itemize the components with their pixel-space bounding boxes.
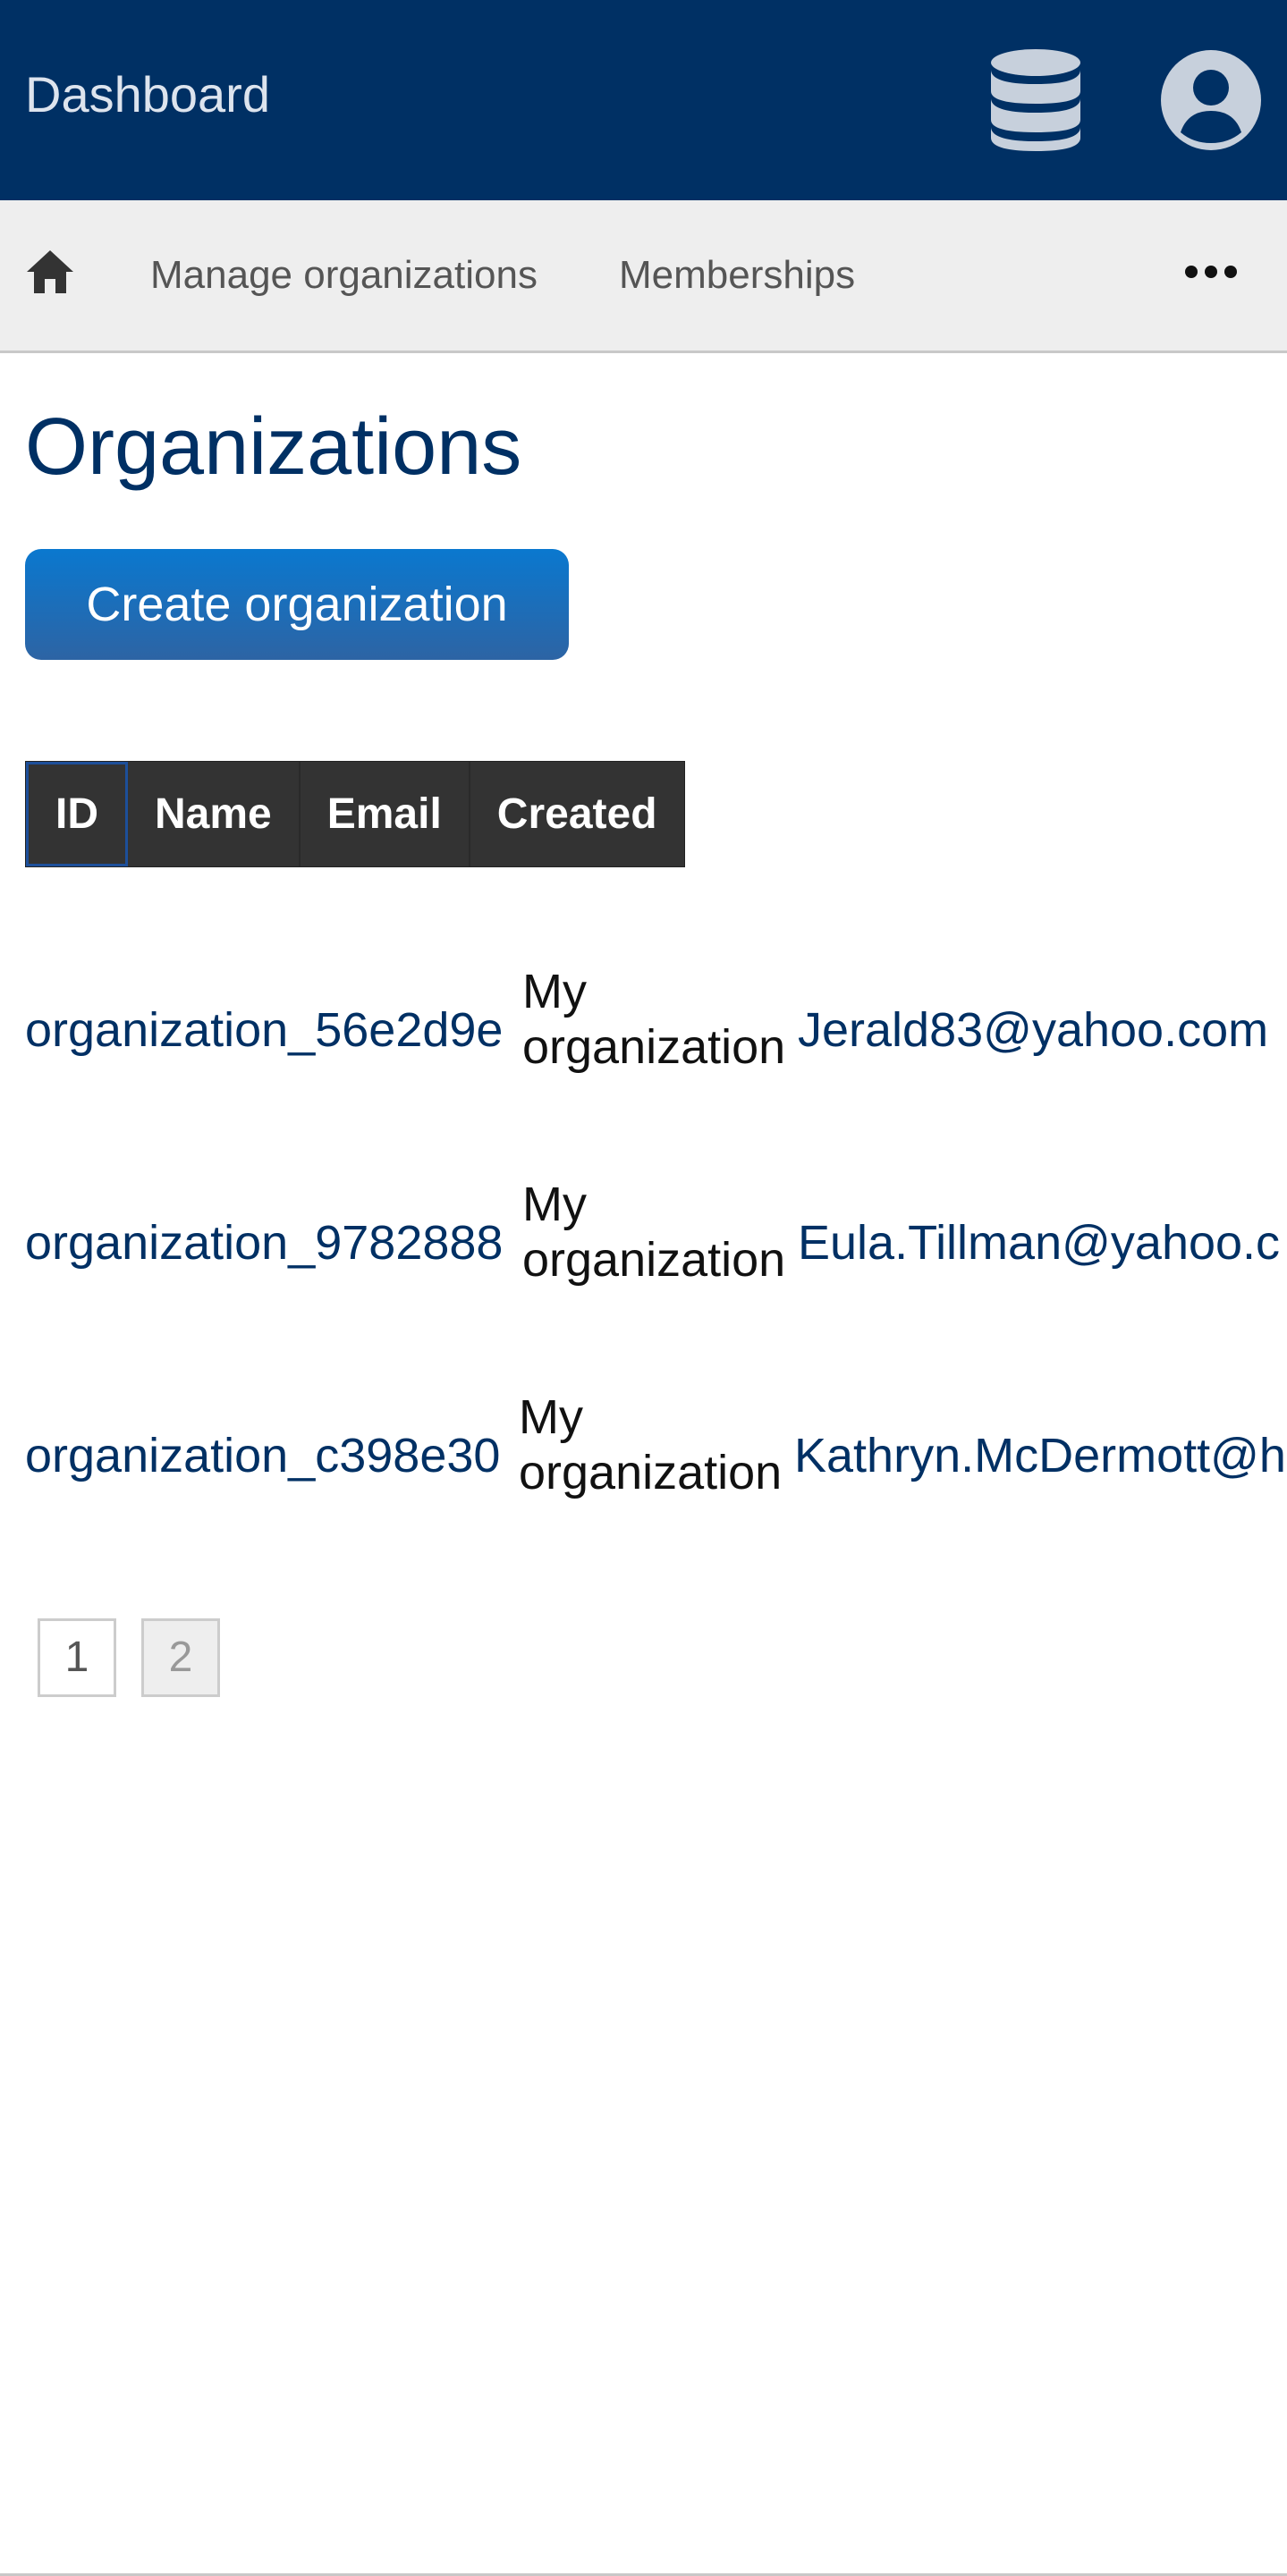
pagination: 1 2 — [38, 1618, 220, 1697]
create-organization-button[interactable]: Create organization — [25, 549, 569, 660]
organization-email: Kathryn.McDermott@h — [794, 1429, 1286, 1482]
page-button-2[interactable]: 2 — [141, 1618, 220, 1697]
table-row: organization_c398e30 My organization Kat… — [25, 1389, 1287, 1506]
home-icon[interactable] — [25, 247, 75, 297]
nav-memberships[interactable]: Memberships — [619, 252, 855, 299]
top-header: Dashboard — [0, 0, 1287, 200]
organization-name: My organization — [519, 1390, 783, 1499]
column-header-email[interactable]: Email — [301, 762, 470, 866]
organization-id-link[interactable]: organization_9782888 — [25, 1216, 503, 1270]
dashboard-brand-link[interactable]: Dashboard — [25, 64, 270, 125]
column-header-created[interactable]: Created — [470, 762, 684, 866]
column-header-id[interactable]: ID — [26, 762, 128, 866]
nav-manage-organizations[interactable]: Manage organizations — [150, 252, 538, 299]
table-header: ID Name Email Created — [25, 761, 685, 867]
organization-id-link[interactable]: organization_56e2d9e — [25, 1003, 503, 1057]
table-row: organization_9782888 My organization Eul… — [25, 1177, 1287, 1293]
organization-name: My organization — [522, 965, 786, 1074]
column-header-name[interactable]: Name — [128, 762, 301, 866]
ellipsis-icon[interactable] — [1182, 254, 1240, 290]
page-button-1[interactable]: 1 — [38, 1618, 116, 1697]
secondary-nav: Manage organizations Memberships — [0, 200, 1287, 353]
user-account-icon[interactable] — [1161, 50, 1261, 150]
page-title: Organizations — [25, 402, 522, 492]
organization-id-link[interactable]: organization_c398e30 — [25, 1429, 500, 1482]
table-row: organization_56e2d9e My organization Jer… — [25, 964, 1287, 1080]
organization-name: My organization — [522, 1178, 786, 1287]
database-icon[interactable] — [989, 48, 1082, 152]
organization-email: Jerald83@yahoo.com — [798, 1003, 1269, 1057]
organization-email: Eula.Tillman@yahoo.c — [798, 1216, 1281, 1270]
